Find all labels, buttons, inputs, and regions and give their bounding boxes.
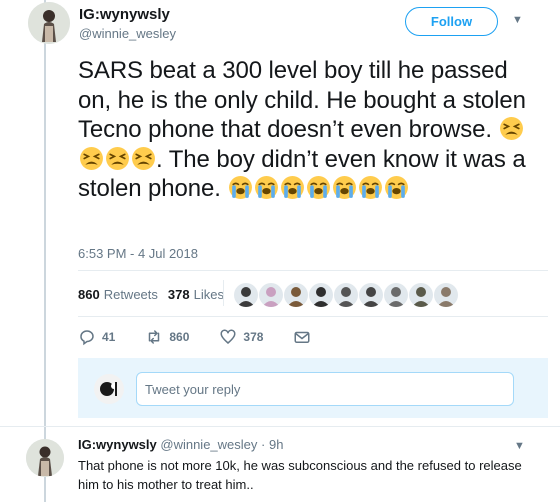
tired-face-emoji bbox=[79, 146, 104, 171]
reply-time[interactable]: 9h bbox=[269, 437, 283, 452]
liker-avatar[interactable] bbox=[259, 283, 283, 307]
retweet-count: 860 bbox=[169, 330, 190, 344]
likes-label: Likes bbox=[193, 287, 224, 302]
liker-avatar[interactable] bbox=[359, 283, 383, 307]
liker-avatar[interactable] bbox=[434, 283, 458, 307]
emoji-group bbox=[227, 175, 409, 202]
loudly-crying-face-emoji bbox=[358, 175, 383, 200]
current-user-avatar bbox=[94, 374, 124, 404]
liker-avatar[interactable] bbox=[234, 283, 258, 307]
retweet-icon bbox=[149, 330, 160, 344]
tired-face-emoji bbox=[131, 146, 156, 171]
loudly-crying-face-emoji bbox=[332, 175, 357, 200]
liker-avatar[interactable] bbox=[284, 283, 308, 307]
liker-avatar[interactable] bbox=[409, 283, 433, 307]
divider bbox=[78, 270, 548, 271]
reply-header: IG:wynywsly @winnie_wesley · 9h bbox=[78, 437, 283, 452]
reply-action[interactable]: 41 bbox=[78, 328, 115, 346]
tired-face-emoji bbox=[105, 146, 130, 171]
author-handle[interactable]: @winnie_wesley bbox=[79, 26, 176, 41]
loudly-crying-face-emoji bbox=[384, 175, 409, 200]
retweet-action[interactable]: 860 bbox=[145, 328, 189, 346]
loudly-crying-face-emoji bbox=[254, 175, 279, 200]
chevron-down-icon[interactable]: ▼ bbox=[512, 14, 523, 26]
reply-compose-box: Tweet your reply bbox=[78, 358, 548, 418]
reply-author-name[interactable]: IG:wynywsly bbox=[78, 437, 157, 452]
tweet-actions: 41 860 378 bbox=[78, 328, 341, 346]
reply-author-avatar[interactable] bbox=[26, 439, 64, 477]
tweet-text-segment: SARS beat a 300 level boy till he passed… bbox=[78, 57, 526, 143]
retweets-count: 860 bbox=[78, 287, 100, 302]
heart-icon bbox=[220, 329, 236, 344]
retweets-stat[interactable]: 860 Retweets bbox=[78, 287, 158, 302]
loudly-crying-face-emoji bbox=[306, 175, 331, 200]
reply-separator: · bbox=[261, 437, 266, 452]
tweet-timestamp[interactable]: 6:53 PM - 4 Jul 2018 bbox=[78, 246, 198, 261]
like-action[interactable]: 378 bbox=[219, 328, 263, 346]
retweets-label: Retweets bbox=[103, 287, 158, 302]
likes-stat[interactable]: 378 Likes bbox=[168, 287, 224, 302]
reply-text: That phone is not more 10k, he was subco… bbox=[78, 458, 522, 492]
reply-author-handle[interactable]: @winnie_wesley bbox=[160, 437, 257, 452]
loudly-crying-face-emoji bbox=[228, 175, 253, 200]
liker-avatar[interactable] bbox=[309, 283, 333, 307]
envelope-icon bbox=[294, 331, 310, 343]
reply-icon bbox=[80, 330, 94, 346]
reply-count: 41 bbox=[102, 330, 116, 344]
tweet-text: SARS beat a 300 level boy till he passed… bbox=[78, 56, 540, 204]
like-count: 378 bbox=[243, 330, 264, 344]
follow-button[interactable]: Follow bbox=[405, 7, 498, 36]
direct-message-action[interactable] bbox=[293, 328, 311, 346]
liker-avatars bbox=[234, 283, 459, 307]
tweet-stats: 860 Retweets 378 Likes bbox=[78, 287, 224, 302]
chevron-down-icon[interactable]: ▼ bbox=[514, 440, 525, 452]
reply-input[interactable]: Tweet your reply bbox=[136, 372, 514, 406]
likes-count: 378 bbox=[167, 287, 190, 302]
divider bbox=[223, 280, 224, 306]
liker-avatar[interactable] bbox=[384, 283, 408, 307]
divider bbox=[0, 426, 560, 427]
divider bbox=[78, 316, 548, 317]
tired-face-emoji bbox=[499, 116, 524, 141]
loudly-crying-face-emoji bbox=[280, 175, 305, 200]
liker-avatar[interactable] bbox=[334, 283, 358, 307]
author-display-name[interactable]: IG:wynywsly bbox=[79, 6, 170, 23]
author-avatar[interactable] bbox=[28, 2, 70, 44]
